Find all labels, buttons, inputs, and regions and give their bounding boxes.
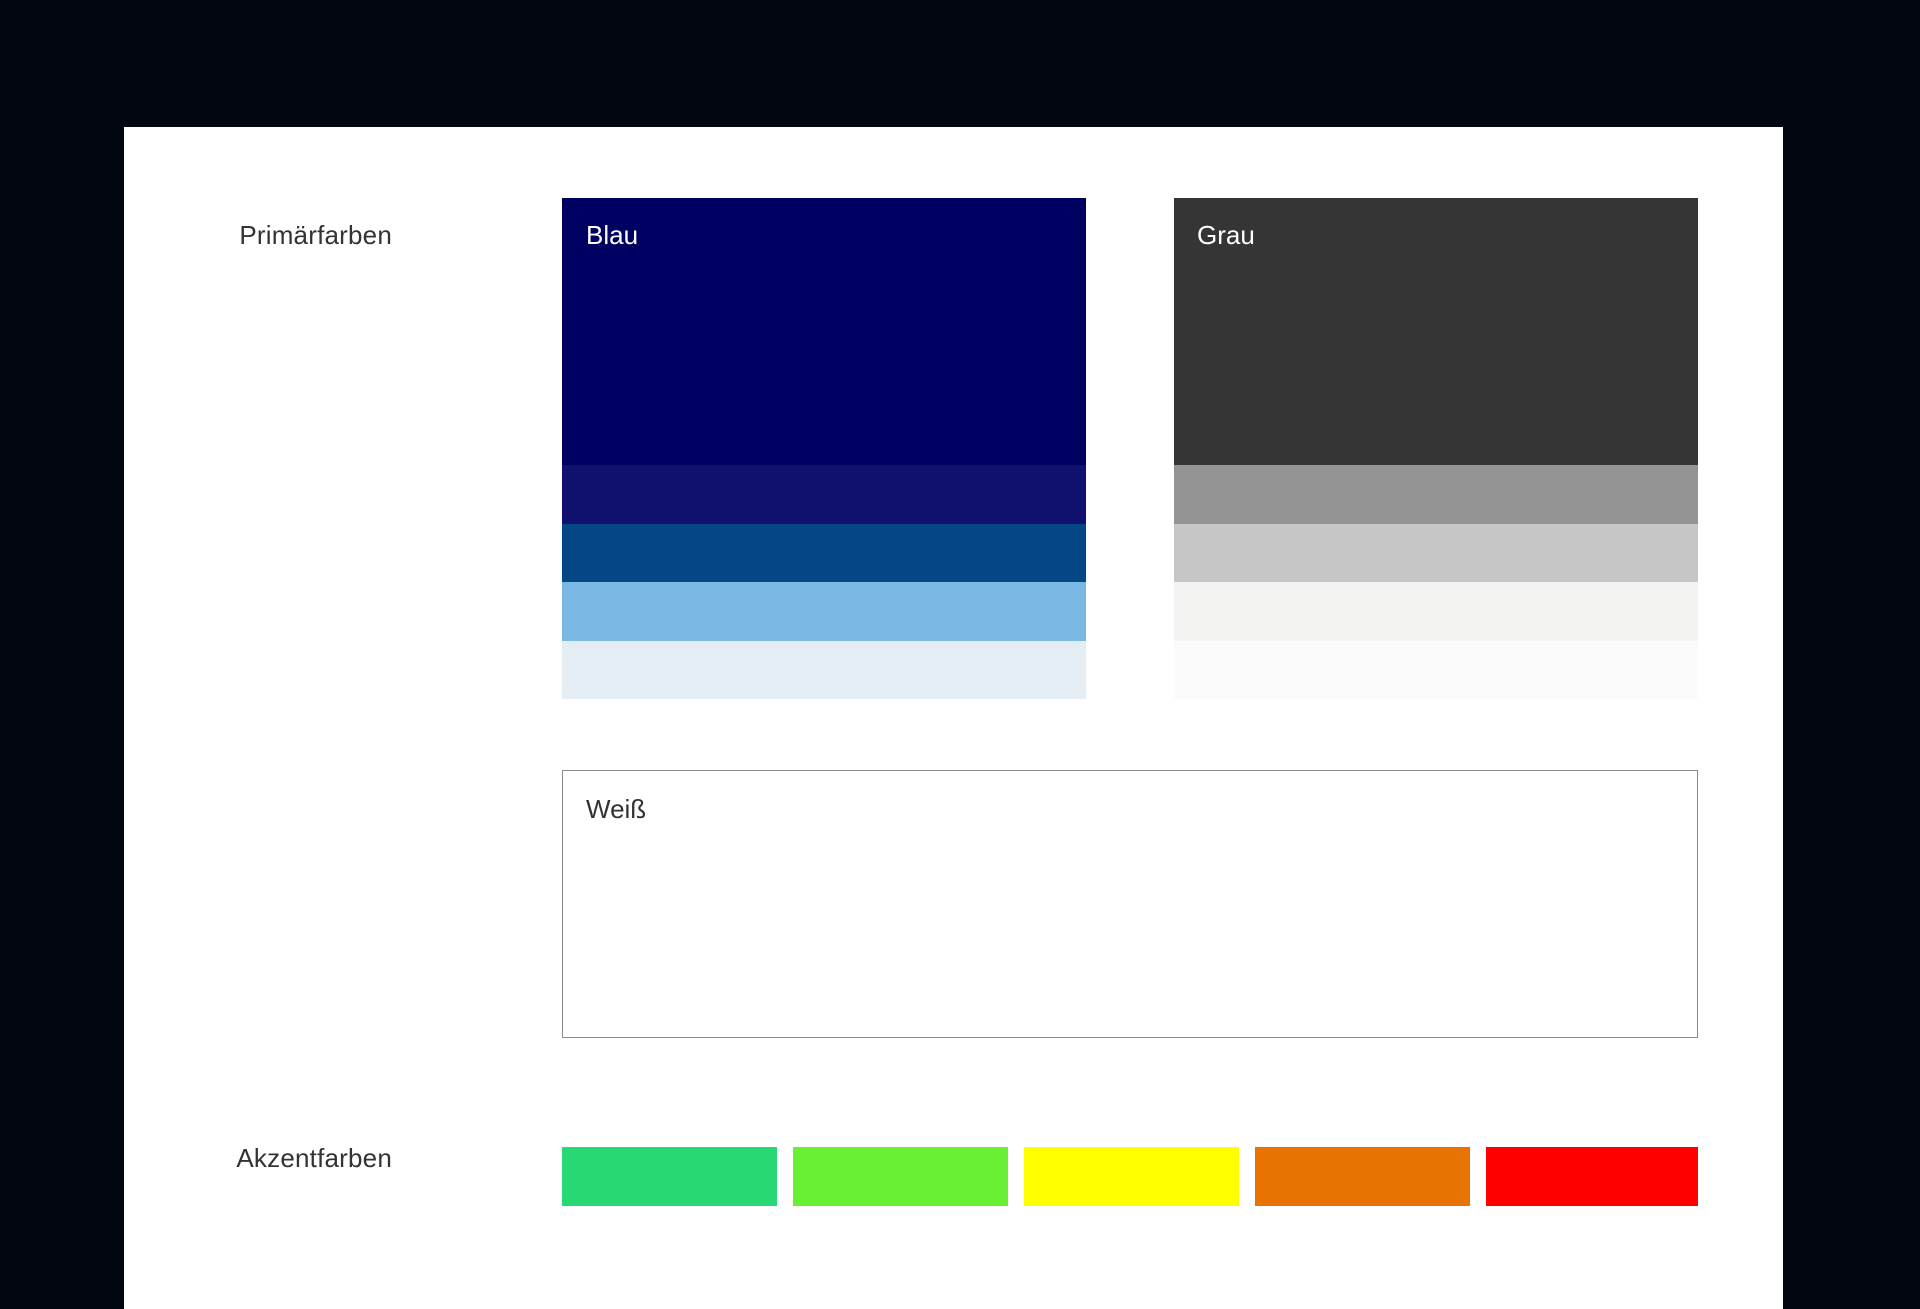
primary-colors-label: Primärfarben: [239, 220, 392, 250]
blue-tint-2: [562, 523, 1086, 582]
grey-tint-1: [1174, 465, 1698, 524]
blue-tint-3: [562, 582, 1086, 641]
color-sheet: Primärfarben Blau Grau Weiß Akzentfarben: [124, 127, 1783, 1309]
blue-swatch-label: Blau: [586, 220, 639, 250]
accent-swatch-lime: [793, 1147, 1008, 1206]
accent-swatch-red: [1486, 1147, 1698, 1206]
accent-swatch-orange: [1255, 1147, 1470, 1206]
grey-main-swatch: Grau: [1174, 198, 1698, 465]
grey-tint-3: [1174, 582, 1698, 641]
blue-main-swatch: Blau: [562, 198, 1086, 465]
accent-swatch-green: [562, 1147, 777, 1206]
grey-swatch-label: Grau: [1197, 220, 1255, 250]
accent-swatch-yellow: [1024, 1147, 1239, 1206]
accent-swatch-row: [562, 1147, 1698, 1206]
blue-tint-4: [562, 640, 1086, 699]
blue-tint-1: [562, 465, 1086, 524]
accent-colors-label: Akzentfarben: [236, 1143, 392, 1173]
grey-tint-4: [1174, 640, 1698, 699]
white-swatch: Weiß: [562, 770, 1698, 1038]
grey-palette: Grau: [1174, 198, 1698, 699]
white-swatch-label: Weiß: [586, 794, 647, 824]
blue-palette: Blau: [562, 198, 1086, 699]
grey-tint-2: [1174, 523, 1698, 582]
